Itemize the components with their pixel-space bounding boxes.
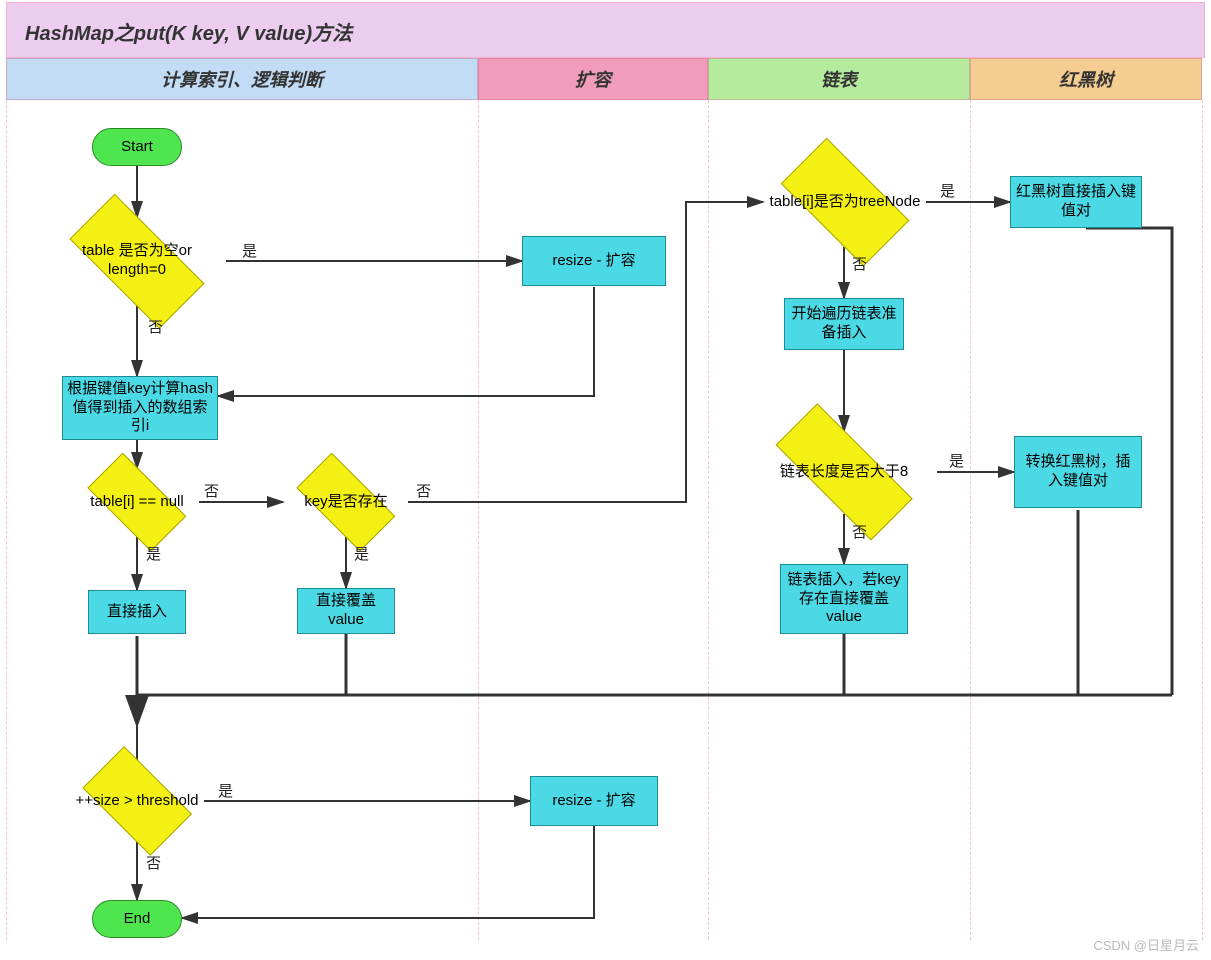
edge-label-table-empty-no: 否 [148,316,163,337]
diagram-root: HashMap之put(K key, V value)方法 计算索引、逻辑判断 … [0,0,1211,960]
decision-size-threshold: ++size > threshold [70,760,204,842]
edge-label-size-yes: 是 [218,780,233,801]
edge-label-tnull-yes: 是 [146,543,161,564]
decision-table-empty: table 是否为空or length=0 [48,217,226,305]
column-header-3: 链表 [708,58,970,100]
decision-table-i-null: table[i] == null [74,468,200,536]
decision-key-exist: key是否存在 [283,468,409,536]
decision-len-gt8-text: 链表长度是否大于8 [780,463,908,482]
process-treeify: 转换红黑树，插入键值对 [1014,436,1142,508]
diagram-canvas: Start table 是否为空or length=0 根据键值key计算has… [6,100,1205,940]
edge-label-key-yes: 是 [354,543,369,564]
terminator-end: End [92,900,182,938]
edge-label-len-no: 否 [852,521,867,542]
edge-label-len-yes: 是 [949,450,964,471]
process-resize-2: resize - 扩容 [530,776,658,826]
diagram-title: HashMap之put(K key, V value)方法 [6,2,1205,58]
edge-label-tree-no: 否 [852,253,867,274]
column-header-4: 红黑树 [970,58,1202,100]
process-begin-iterate: 开始遍历链表准备插入 [784,298,904,350]
decision-table-i-null-text: table[i] == null [90,493,183,512]
terminator-start: Start [92,128,182,166]
decision-is-treenode: table[i]是否为treeNode [763,157,927,247]
process-tree-insert: 红黑树直接插入键值对 [1010,176,1142,228]
process-compute-index: 根据键值key计算hash值得到插入的数组索引i [62,376,218,440]
edge-label-key-no: 否 [416,480,431,501]
edge-label-tnull-no: 否 [204,480,219,501]
decision-len-gt8: 链表长度是否大于8 [749,431,939,513]
process-override: 直接覆盖value [297,588,395,634]
column-header-2: 扩容 [478,58,708,100]
edge-label-tree-yes: 是 [940,180,955,201]
decision-key-exist-text: key是否存在 [304,493,387,512]
process-list-insert: 链表插入，若key存在直接覆盖value [780,564,908,634]
decision-table-empty-text: table 是否为空or length=0 [52,242,222,280]
edge-label-table-empty-yes: 是 [242,240,257,261]
decision-is-treenode-text: table[i]是否为treeNode [770,193,921,212]
column-header-1: 计算索引、逻辑判断 [6,58,478,100]
process-direct-insert: 直接插入 [88,590,186,634]
decision-size-threshold-text: ++size > threshold [76,792,199,811]
swimlane-header-row: 计算索引、逻辑判断 扩容 链表 红黑树 [6,58,1205,100]
process-resize-1: resize - 扩容 [522,236,666,286]
edge-label-size-no: 否 [146,852,161,873]
